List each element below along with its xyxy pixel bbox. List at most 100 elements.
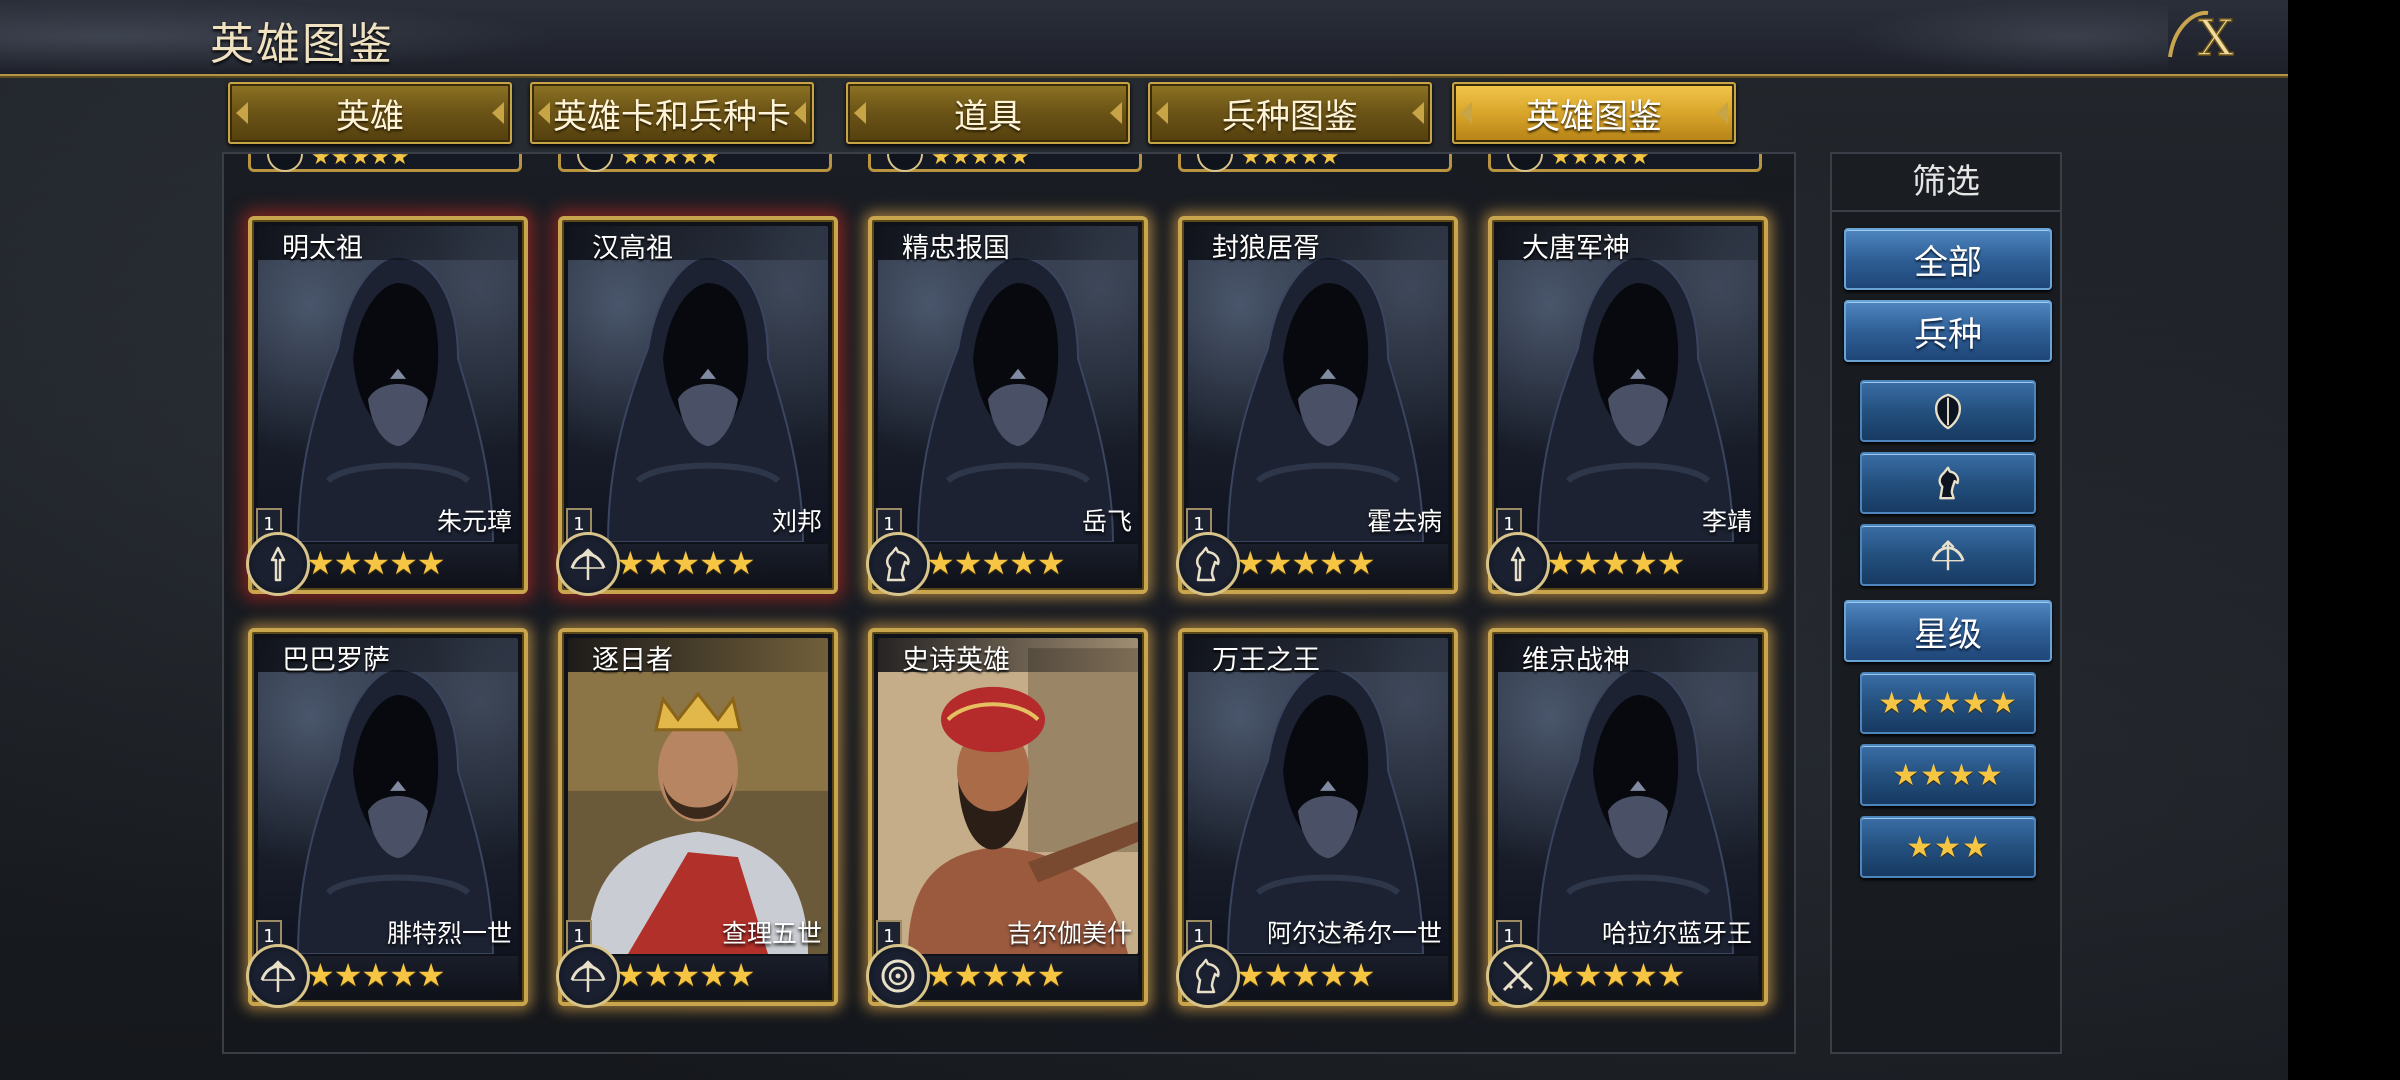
tab-hero-codex[interactable]: 英雄图鉴 [1452,82,1736,144]
horse-icon [886,546,910,582]
horse-icon [1196,546,1220,582]
unit-type-badge [556,944,620,1008]
hero-portrait [258,226,518,542]
title-ornament-right [1848,0,2168,74]
filter-panel: 筛选 全部 兵种 星级 ★★★★★ ★★★★ ★★★ [1830,152,2062,1054]
hero-portrait [568,226,828,542]
game-screen: 英雄图鉴 X 英雄 英雄卡和兵种卡 道具 兵种图鉴 英雄图鉴 ★★★★★ ★★★… [0,0,2288,1080]
hero-name: 李靖 [1701,507,1752,536]
unit-type-badge [1486,944,1550,1008]
unit-type-badge [1486,532,1550,596]
filter-shield-button[interactable] [1860,380,2036,442]
bow-icon [570,548,606,580]
hero-name: 朱元璋 [436,507,512,536]
hero-card[interactable]: 精忠报国 岳飞 1 ★★★★★ [866,216,1148,596]
close-icon: X [2168,8,2235,67]
filter-all-button[interactable]: 全部 [1844,228,2052,290]
bow-icon [570,960,606,992]
crossed-swords-icon [1502,960,1534,992]
hero-portrait [1498,638,1758,954]
hero-name: 吉尔伽美什 [1006,919,1132,948]
unit-type-badge [866,944,930,1008]
filter-star-level-button[interactable]: 星级 [1844,600,2052,662]
unit-type-badge [556,532,620,596]
star-rating: ★★★★★ [1546,544,1685,582]
unit-badge [887,154,923,172]
hero-portrait [1188,638,1448,954]
spear-icon [270,546,286,582]
shield-icon [1934,393,1962,430]
unit-badge [267,154,303,172]
star-rating: ★★★★★ [1236,544,1375,582]
hero-portrait [568,638,828,954]
hero-card-grid[interactable]: ★★★★★ ★★★★★ ★★★★★ ★★★★★ ★★★★★ 明太祖 朱元璋 1 ★★★… [222,152,1796,1054]
screen-edge-bar [2288,0,2400,1080]
filter-3-star-button[interactable]: ★★★ [1860,816,2036,878]
card-title: 封狼居胥 [1212,233,1320,264]
unit-badge [577,154,613,172]
card-title: 精忠报国 [902,233,1010,264]
filter-archer-button[interactable] [1860,524,2036,586]
star-rating: ★★★★★ [306,544,445,582]
card-title: 逐日者 [592,645,673,676]
card-title: 巴巴罗萨 [282,645,390,676]
unit-type-badge [866,532,930,596]
close-button[interactable]: X [2160,4,2248,70]
hero-card[interactable]: 巴巴罗萨 腓特烈一世 1 ★★★★★ [246,628,528,1008]
partial-card[interactable]: ★★★★★ [868,152,1142,172]
filter-unit-type-button[interactable]: 兵种 [1844,300,2052,362]
card-title: 明太祖 [282,233,363,264]
three-star-label: ★★★ [1906,829,1990,865]
unit-badge [1507,154,1543,172]
star-rating: ★★★★★ [926,956,1065,994]
spear-icon [1510,546,1526,582]
tab-hero-and-unit-cards[interactable]: 英雄卡和兵种卡 [530,82,814,144]
hero-name: 腓特烈一世 [386,919,512,948]
card-title: 万王之王 [1212,645,1320,676]
filter-heading: 筛选 [1832,154,2060,212]
star-rating: ★★★★★ [621,152,720,170]
star-rating: ★★★★★ [616,956,755,994]
hero-card[interactable]: 维京战神 哈拉尔蓝牙王 1 ★★★★★ [1486,628,1768,1008]
hero-portrait [258,638,518,954]
hero-portrait [878,638,1138,954]
star-rating: ★★★★★ [306,956,445,994]
partial-card[interactable]: ★★★★★ [1178,152,1452,172]
filter-cavalry-button[interactable] [1860,452,2036,514]
partial-card[interactable]: ★★★★★ [248,152,522,172]
unit-type-badge [246,944,310,1008]
hero-name: 刘邦 [771,507,822,536]
tab-unit-codex[interactable]: 兵种图鉴 [1148,82,1432,144]
card-title: 维京战神 [1522,645,1630,676]
page-title: 英雄图鉴 [210,19,394,70]
hero-card[interactable]: 万王之王 阿尔达希尔一世 1 ★★★★★ [1176,628,1458,1008]
hero-portrait [1498,226,1758,542]
hero-name: 哈拉尔蓝牙王 [1601,919,1752,948]
unit-type-badge [1176,532,1240,596]
star-rating: ★★★★★ [1236,956,1375,994]
star-rating: ★★★★★ [931,152,1030,170]
filter-4-star-button[interactable]: ★★★★ [1860,744,2036,806]
close-label: X [2198,9,2234,67]
hero-card[interactable]: 史诗英雄 吉尔伽美什 1 ★★★★★ [866,628,1148,1008]
partial-card[interactable]: ★★★★★ [1488,154,1762,172]
five-star-label: ★★★★★ [1878,685,2018,721]
filter-5-star-button[interactable]: ★★★★★ [1860,672,2036,734]
hero-card[interactable]: 汉高祖 刘邦 1 ★★★★★ [556,216,838,596]
hero-card[interactable]: 封狼居胥 霍去病 1 ★★★★★ [1176,216,1458,596]
star-rating: ★★★★★ [311,152,410,170]
unit-badge [1197,154,1233,172]
hero-card[interactable]: 大唐军神 李靖 1 ★★★★★ [1486,216,1768,596]
tab-items[interactable]: 道具 [846,82,1130,144]
hero-name: 岳飞 [1081,507,1132,536]
star-rating: ★★★★★ [1241,152,1340,170]
partial-card[interactable]: ★★★★★ [558,152,832,172]
four-star-label: ★★★★ [1892,757,2004,793]
star-rating: ★★★★★ [616,544,755,582]
horse-icon [1196,958,1220,994]
hero-card[interactable]: 逐日者 查理五世 1 ★★★★★ [556,628,838,1008]
hero-portrait [1188,226,1448,542]
hero-card[interactable]: 明太祖 朱元璋 1 ★★★★★ [246,216,528,596]
star-rating: ★★★★★ [1546,956,1685,994]
tab-hero[interactable]: 英雄 [228,82,512,144]
